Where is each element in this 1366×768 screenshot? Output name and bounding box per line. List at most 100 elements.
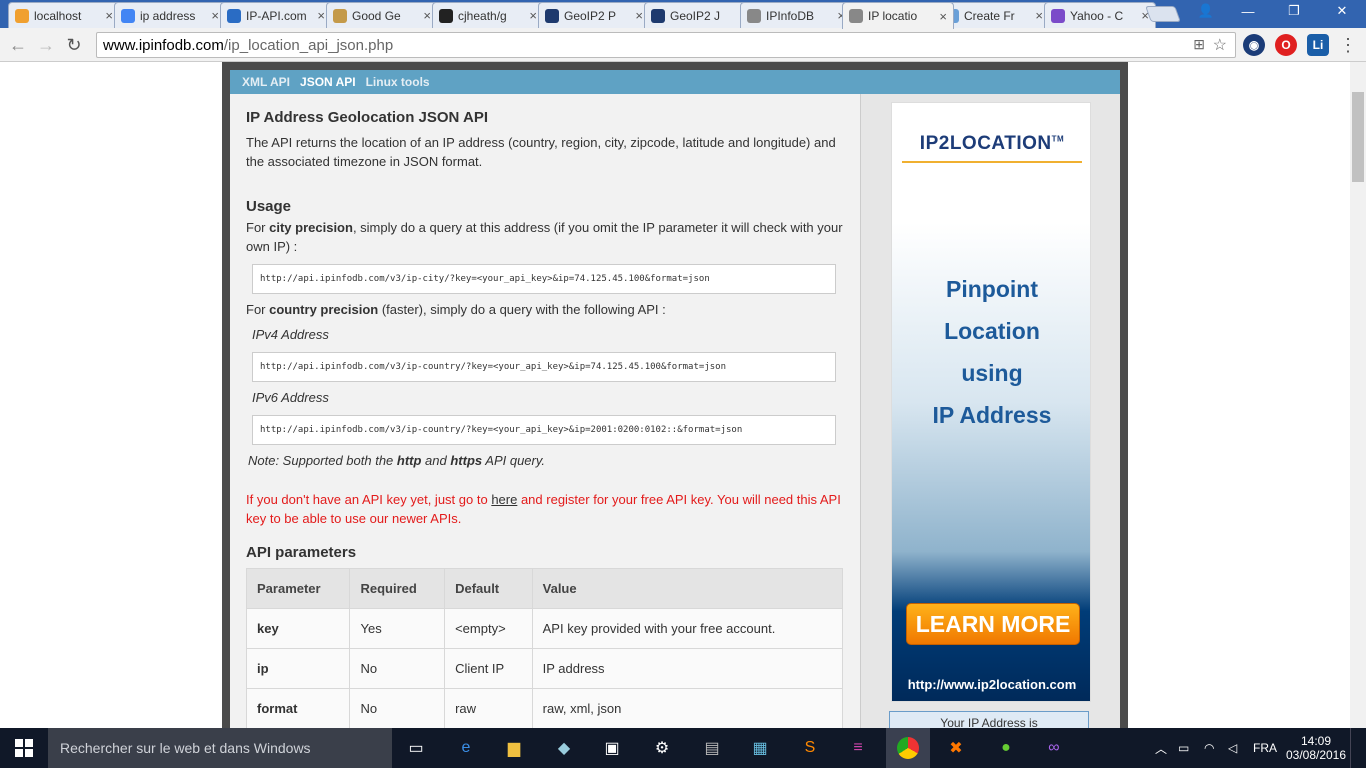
table-cell: raw bbox=[444, 688, 533, 728]
tab-label: localhost bbox=[34, 8, 82, 23]
translate-icon[interactable]: ⊞ bbox=[1193, 36, 1205, 53]
table-cell: format bbox=[245, 688, 351, 728]
tab-close-icon[interactable]: × bbox=[529, 8, 537, 23]
tab-close-icon[interactable]: × bbox=[1035, 8, 1043, 23]
ad-url[interactable]: http://www.ip2location.com bbox=[892, 677, 1092, 692]
tab-label: GeoIP2 P bbox=[564, 8, 617, 23]
ipv6-api-url[interactable]: http://api.ipinfodb.com/v3/ip-country/?k… bbox=[252, 415, 836, 445]
usage-heading: Usage bbox=[246, 198, 292, 215]
params-heading: API parameters bbox=[246, 544, 357, 561]
adblock-icon[interactable]: O bbox=[1275, 34, 1297, 56]
file-explorer-icon[interactable]: ▆ bbox=[500, 734, 528, 762]
winrar-icon[interactable]: ≡ bbox=[844, 734, 872, 762]
browser-tab[interactable]: IP-API.com × bbox=[220, 2, 332, 28]
browser-tab[interactable]: Good Ge × bbox=[326, 2, 438, 28]
terminal-icon[interactable]: ▣ bbox=[598, 734, 626, 762]
table-row: ip No Client IP IP address bbox=[245, 648, 844, 689]
language-indicator[interactable]: FRA bbox=[1253, 728, 1277, 768]
taskbar-search[interactable]: Rechercher sur le web et dans Windows bbox=[48, 728, 392, 768]
spring-icon[interactable]: ● bbox=[992, 734, 1020, 762]
table-row: format No raw raw, xml, json bbox=[245, 688, 844, 728]
app-icon-2[interactable]: ▤ bbox=[698, 734, 726, 762]
chrome-icon[interactable] bbox=[886, 728, 930, 768]
menu-icon[interactable]: ⋮ bbox=[1336, 33, 1360, 57]
tab-close-icon[interactable]: × bbox=[939, 9, 947, 24]
browser-tab[interactable]: localhost × bbox=[8, 2, 120, 28]
new-tab-button[interactable] bbox=[1145, 6, 1181, 22]
bookmark-star-icon[interactable]: ☆ bbox=[1213, 35, 1227, 55]
tab-label: IP locatio bbox=[868, 9, 918, 23]
params-table: Parameter Required Default Value key Yes <emp… bbox=[245, 568, 844, 728]
main-content: IP Address Geolocation JSON API The API … bbox=[230, 94, 860, 728]
table-cell: API key provided with your free account. bbox=[531, 608, 844, 649]
reload-button[interactable]: ↻ bbox=[62, 33, 86, 57]
show-desktop-button[interactable] bbox=[1350, 728, 1366, 768]
browser-tab[interactable]: IPInfoDB× bbox=[740, 2, 852, 28]
linkedin-icon[interactable]: Li bbox=[1307, 34, 1329, 56]
task-view-icon[interactable]: ▭ bbox=[402, 734, 430, 762]
table-cell: IP address bbox=[531, 648, 844, 689]
tab-close-icon[interactable]: × bbox=[211, 8, 219, 23]
tab-close-icon[interactable]: × bbox=[105, 8, 113, 23]
table-header: Value bbox=[531, 568, 844, 609]
user-icon[interactable]: 👤 bbox=[1186, 0, 1226, 22]
table-header: Required bbox=[349, 568, 446, 609]
app-icon-3[interactable]: ▦ bbox=[746, 734, 774, 762]
vertical-scrollbar[interactable] bbox=[1350, 62, 1366, 728]
visual-studio-icon[interactable]: ∞ bbox=[1040, 734, 1068, 762]
toolbar: ← → ↻ www.ipinfodb.com/ip_location_api_j… bbox=[0, 28, 1366, 62]
edge-icon[interactable]: e bbox=[452, 734, 480, 762]
nav-json-api[interactable]: JSON API bbox=[300, 75, 356, 89]
tab-strip: localhost × ip address × IP-API.com × Good Ge ×… bbox=[0, 0, 1366, 29]
tab-label: IP-API.com bbox=[246, 8, 307, 23]
intro-text: The API returns the location of an IP ad… bbox=[246, 135, 836, 169]
url-path: /ip_location_api_json.php bbox=[223, 36, 394, 54]
settings-icon[interactable]: ⚙ bbox=[648, 734, 676, 762]
nav-linux-tools[interactable]: Linux tools bbox=[366, 75, 430, 89]
ipv4-label: IPv4 Address bbox=[252, 327, 329, 342]
browser-tab[interactable]: GeoIP2 P × bbox=[538, 2, 650, 28]
address-bar[interactable]: www.ipinfodb.com/ip_location_api_json.ph… bbox=[96, 32, 1236, 58]
taskbar: Rechercher sur le web et dans Windows ▭ … bbox=[0, 728, 1366, 768]
tab-favicon-icon bbox=[439, 8, 453, 23]
tab-close-icon[interactable]: × bbox=[635, 8, 643, 23]
tab-favicon-icon bbox=[747, 8, 761, 23]
restore-button[interactable]: ❐ bbox=[1272, 0, 1316, 22]
forward-button[interactable]: → bbox=[34, 33, 58, 57]
app-icon[interactable]: ◆ bbox=[550, 734, 578, 762]
ipv4-api-url[interactable]: http://api.ipinfodb.com/v3/ip-country/?k… bbox=[252, 352, 836, 382]
tab-favicon-icon bbox=[227, 8, 241, 23]
nav-xml-api[interactable]: XML API bbox=[242, 75, 290, 89]
start-button[interactable] bbox=[0, 728, 48, 768]
url-domain: www.ipinfodb.com bbox=[103, 36, 224, 54]
browser-tab[interactable]: Yahoo - C × bbox=[1044, 2, 1156, 28]
browser-tab[interactable]: IP locatio × bbox=[842, 2, 954, 29]
browser-tab[interactable]: ip address × bbox=[114, 2, 226, 28]
scrollbar-thumb[interactable] bbox=[1352, 92, 1364, 182]
sublime-icon[interactable]: S bbox=[796, 734, 824, 762]
tray-chevron-icon[interactable]: ︿ bbox=[1155, 728, 1167, 768]
table-cell: <empty> bbox=[444, 608, 533, 649]
table-cell: key bbox=[245, 608, 351, 649]
close-window-button[interactable]: ✕ bbox=[1318, 0, 1366, 22]
battery-icon[interactable]: ▭ bbox=[1178, 728, 1189, 768]
ip2location-ad[interactable]: IP2LOCATIONTM Pinpoint Location using IP Ad… bbox=[891, 102, 1091, 702]
tab-close-icon[interactable]: × bbox=[423, 8, 431, 23]
browser-tab[interactable]: Create Fr × bbox=[938, 2, 1050, 28]
clock[interactable]: 14:09 03/08/2016 bbox=[1286, 728, 1346, 768]
city-api-url[interactable]: http://api.ipinfodb.com/v3/ip-city/?key=… bbox=[252, 264, 836, 294]
register-link[interactable]: here bbox=[491, 492, 517, 507]
page-frame: XML API JSON API Linux tools IP Address … bbox=[222, 62, 1128, 728]
tab-close-icon[interactable]: × bbox=[317, 8, 325, 23]
volume-icon[interactable]: ◁ bbox=[1228, 728, 1237, 768]
learn-more-button[interactable]: LEARN MORE bbox=[906, 603, 1080, 645]
minimize-button[interactable]: — bbox=[1226, 0, 1270, 22]
back-button[interactable]: ← bbox=[6, 33, 30, 57]
extension-icon[interactable]: ◉ bbox=[1243, 34, 1265, 56]
wifi-icon[interactable]: ◠ bbox=[1204, 728, 1214, 768]
tab-label: Yahoo - C bbox=[1070, 8, 1124, 23]
tab-label: Good Ge bbox=[352, 8, 401, 23]
table-header: Default bbox=[444, 568, 533, 609]
xampp-icon[interactable]: ✖ bbox=[942, 734, 970, 762]
browser-tab[interactable]: cjheath/g × bbox=[432, 2, 544, 28]
